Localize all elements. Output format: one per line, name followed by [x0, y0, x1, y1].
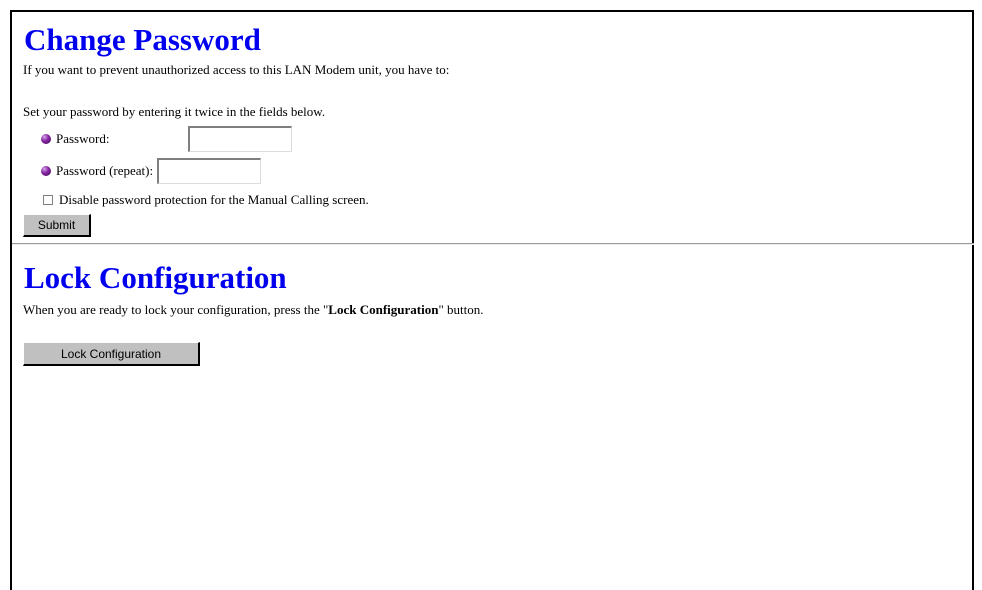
page-frame	[10, 10, 974, 590]
change-password-intro: If you want to prevent unauthorized acce…	[23, 62, 450, 77]
disable-protection-row: Disable password protection for the Manu…	[43, 192, 369, 208]
submit-button[interactable]: Submit	[23, 214, 91, 237]
purple-bullet-icon	[41, 166, 51, 176]
password-label: Password:	[56, 131, 110, 146]
lock-text-bold: Lock Configuration	[328, 302, 439, 317]
password-repeat-input[interactable]	[157, 158, 262, 184]
lock-text-before: When you are ready to lock your configur…	[23, 302, 329, 317]
password-repeat-row: Password (repeat):	[41, 158, 262, 184]
password-row: Password:	[41, 126, 292, 152]
section-divider	[12, 243, 974, 245]
change-password-instruction: Set your password by entering it twice i…	[23, 104, 326, 119]
lock-configuration-text: When you are ready to lock your configur…	[23, 302, 483, 318]
purple-bullet-icon	[41, 134, 51, 144]
password-input[interactable]	[188, 126, 292, 152]
password-repeat-label: Password (repeat):	[56, 163, 154, 178]
change-password-title: Change Password	[24, 22, 261, 57]
disable-protection-checkbox[interactable]	[43, 195, 53, 205]
disable-protection-label: Disable password protection for the Manu…	[59, 192, 369, 207]
lock-configuration-button[interactable]: Lock Configuration	[23, 342, 200, 366]
lock-text-after: " button.	[438, 302, 484, 317]
lock-configuration-title: Lock Configuration	[24, 260, 287, 295]
